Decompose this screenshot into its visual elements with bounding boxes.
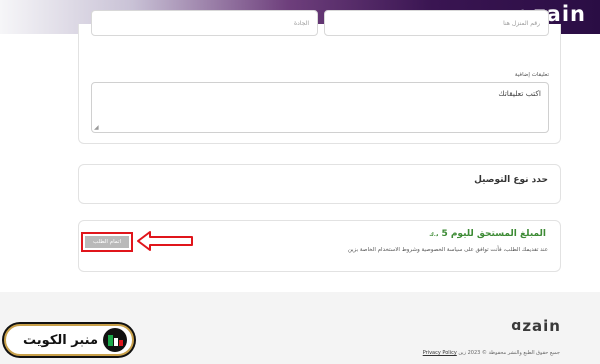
watermark-badge: منبر الكويت [4,324,134,356]
house-number-input[interactable]: رقم المنزل هنا [324,10,549,36]
copyright-text: جميع حقوق الطبع والنشر محفوظة © 2023 زين [458,350,560,356]
currency-label: د.ك [429,232,439,238]
copyright-line: جميع حقوق الطبع والنشر محفوظة © 2023 زين… [423,350,560,356]
comments-label: تعليقات إضافية [514,72,549,78]
delivery-type-card[interactable]: حدد نوع التوصيل [78,164,561,204]
watermark-text: منبر الكويت [23,332,98,348]
footer-zain-logo: ɑ zain [511,317,561,335]
complete-order-highlight: اتمام الطلب [81,232,133,252]
amount-due-title: المبلغ المستحق لليوم 5 د.ك [429,229,546,239]
footer-zain-mark-icon: ɑ [511,318,522,334]
watermark-logo-icon [103,328,127,352]
comments-textarea[interactable]: اكتب تعليقاتك ◢ [91,82,549,133]
amount-due-text: المبلغ المستحق لليوم 5 [441,229,546,239]
pointer-arrow-icon [137,231,193,251]
comments-placeholder: اكتب تعليقاتك [498,89,541,98]
footer-zain-wordmark: zain [522,317,561,335]
complete-order-button[interactable]: اتمام الطلب [85,236,129,248]
consent-text: عند تقديمك الطلب، فأنت توافق على سياسة ا… [347,247,548,253]
delivery-type-title: حدد نوع التوصيل [474,175,548,185]
resize-handle-icon[interactable]: ◢ [94,124,99,131]
page: ɑ zain رقم المنزل هنا الجادة تعليقات إضا… [0,0,600,364]
privacy-policy-link[interactable]: Privacy Policy [423,350,457,356]
street-input[interactable]: الجادة [91,10,318,36]
